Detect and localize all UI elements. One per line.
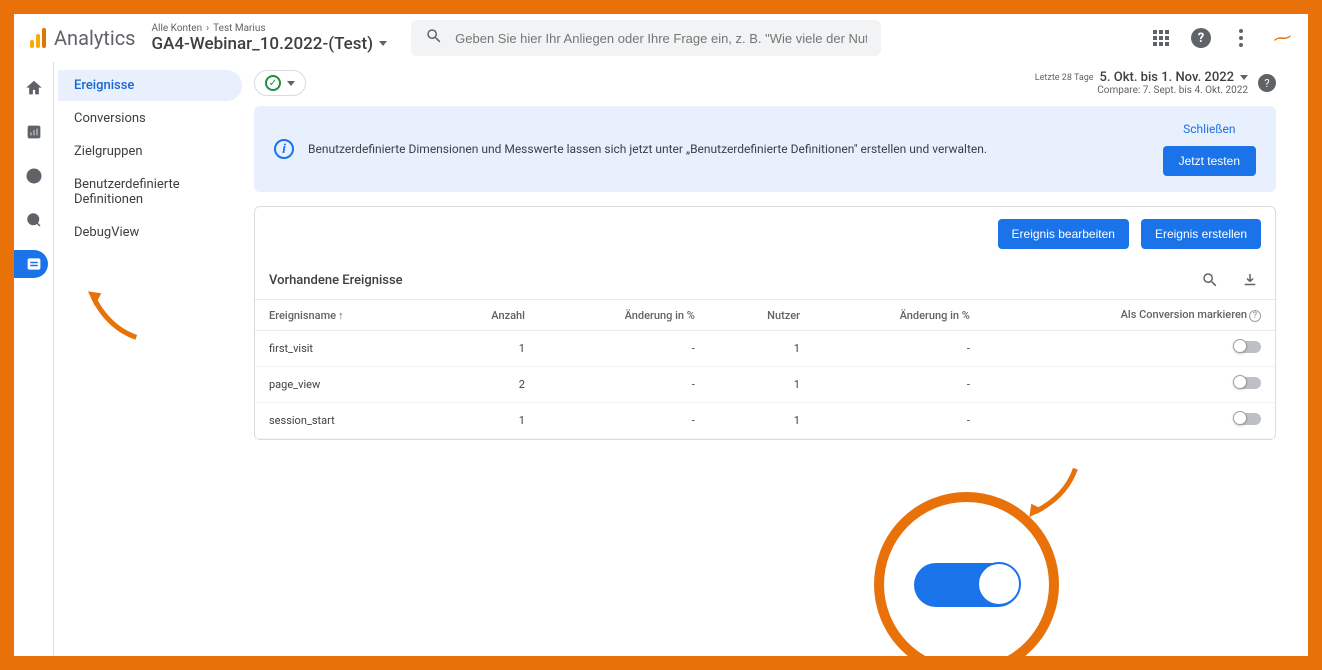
property-name: GA4-Webinar_10.2022-(Test)	[152, 34, 374, 54]
chevron-down-icon	[379, 41, 387, 46]
cell-name: page_view	[255, 367, 432, 403]
edit-event-button[interactable]: Ereignis bearbeiten	[998, 219, 1129, 249]
breadcrumb-block: Alle Konten › Test Marius GA4-Webinar_10…	[152, 23, 388, 54]
conversion-toggle[interactable]	[1235, 341, 1261, 353]
logo-block: Analytics	[30, 26, 136, 50]
info-banner: i Benutzerdefinierte Dimensionen und Mes…	[254, 106, 1276, 192]
cell-users: 1	[709, 367, 814, 403]
table-row[interactable]: first_visit1-1-	[255, 331, 1275, 367]
cell-users: 1	[709, 331, 814, 367]
cell-toggle	[984, 403, 1275, 439]
date-prefix: Letzte 28 Tage	[1035, 73, 1094, 83]
conversion-toggle[interactable]	[1235, 377, 1261, 389]
main-content: ✓ Letzte 28 Tage 5. Okt. bis 1. Nov. 202…	[246, 62, 1308, 656]
banner-close-button[interactable]: Schließen	[1183, 122, 1235, 136]
col-mark[interactable]: Als Conversion markieren?	[984, 300, 1275, 331]
account-avatar-icon[interactable]: ⁓	[1268, 25, 1293, 50]
banner-cta-button[interactable]: Jetzt testen	[1163, 146, 1256, 176]
icon-rail	[14, 62, 54, 656]
cell-count: 2	[432, 367, 539, 403]
check-icon: ✓	[265, 75, 281, 91]
chevron-down-icon	[287, 81, 295, 86]
chevron-right-icon: ›	[206, 23, 209, 34]
annotation-toggle-on-icon	[914, 563, 1020, 607]
search-icon	[425, 27, 443, 49]
rail-explore-icon[interactable]	[20, 162, 48, 190]
col-users[interactable]: Nutzer	[709, 300, 814, 331]
date-compare-text: Compare: 7. Sept. bis 4. Okt. 2022	[1097, 85, 1248, 96]
chevron-down-icon	[1240, 75, 1248, 80]
conversion-toggle[interactable]	[1235, 413, 1261, 425]
cell-name: first_visit	[255, 331, 432, 367]
nav-item-conversions[interactable]: Conversions	[58, 103, 242, 134]
cell-toggle	[984, 331, 1275, 367]
breadcrumb-accounts[interactable]: Alle Konten	[152, 23, 203, 34]
cell-change2: -	[814, 367, 984, 403]
rail-home-icon[interactable]	[20, 74, 48, 102]
search-input[interactable]	[455, 31, 867, 46]
download-icon[interactable]	[1239, 269, 1261, 291]
cell-change1: -	[539, 403, 709, 439]
rail-advertising-icon[interactable]	[20, 206, 48, 234]
app-header: Analytics Alle Konten › Test Marius GA4-…	[14, 14, 1308, 62]
card-subtitle: Vorhandene Ereignisse	[269, 273, 403, 288]
table-row[interactable]: session_start1-1-	[255, 403, 1275, 439]
left-nav: Ereignisse Conversions Zielgruppen Benut…	[54, 62, 246, 656]
help-icon[interactable]: ?	[1190, 27, 1212, 49]
cell-count: 1	[432, 403, 539, 439]
col-name[interactable]: Ereignisname↑	[255, 300, 432, 331]
cell-count: 1	[432, 331, 539, 367]
sort-arrow-up-icon: ↑	[338, 309, 344, 322]
property-selector[interactable]: GA4-Webinar_10.2022-(Test)	[152, 34, 388, 54]
col-change1[interactable]: Änderung in %	[539, 300, 709, 331]
cell-name: session_start	[255, 403, 432, 439]
nav-item-custom-definitions[interactable]: Benutzerdefinierte Definitionen	[58, 169, 242, 215]
cell-change2: -	[814, 403, 984, 439]
cell-change1: -	[539, 367, 709, 403]
rail-configure-icon[interactable]	[14, 250, 48, 278]
rail-reports-icon[interactable]	[20, 118, 48, 146]
info-icon: i	[274, 139, 294, 159]
banner-text: Benutzerdefinierte Dimensionen und Messw…	[308, 140, 1149, 158]
more-icon[interactable]	[1230, 27, 1252, 49]
header-icons: ? ⁓	[1150, 27, 1292, 49]
cell-users: 1	[709, 403, 814, 439]
breadcrumb[interactable]: Alle Konten › Test Marius	[152, 23, 388, 34]
cell-change1: -	[539, 331, 709, 367]
search-box[interactable]	[411, 20, 881, 56]
brand-label: Analytics	[54, 26, 136, 50]
filter-pill[interactable]: ✓	[254, 70, 306, 96]
nav-item-events[interactable]: Ereignisse	[58, 70, 242, 101]
apps-icon[interactable]	[1150, 27, 1172, 49]
table-search-icon[interactable]	[1199, 269, 1221, 291]
help-icon[interactable]: ?	[1258, 74, 1276, 92]
cell-toggle	[984, 367, 1275, 403]
events-table: Ereignisname↑ Anzahl Änderung in % Nutze…	[255, 299, 1275, 439]
nav-item-debugview[interactable]: DebugView	[58, 217, 242, 248]
nav-item-audiences[interactable]: Zielgruppen	[58, 136, 242, 167]
col-count[interactable]: Anzahl	[432, 300, 539, 331]
create-event-button[interactable]: Ereignis erstellen	[1141, 219, 1261, 249]
cell-change2: -	[814, 331, 984, 367]
analytics-logo-icon	[30, 28, 46, 48]
events-card: Ereignis bearbeiten Ereignis erstellen V…	[254, 206, 1276, 440]
breadcrumb-property[interactable]: Test Marius	[213, 23, 265, 34]
help-small-icon[interactable]: ?	[1249, 310, 1261, 322]
col-change2[interactable]: Änderung in %	[814, 300, 984, 331]
table-row[interactable]: page_view2-1-	[255, 367, 1275, 403]
date-range-text[interactable]: 5. Okt. bis 1. Nov. 2022	[1100, 70, 1234, 85]
date-block: Letzte 28 Tage 5. Okt. bis 1. Nov. 2022 …	[1035, 70, 1276, 96]
